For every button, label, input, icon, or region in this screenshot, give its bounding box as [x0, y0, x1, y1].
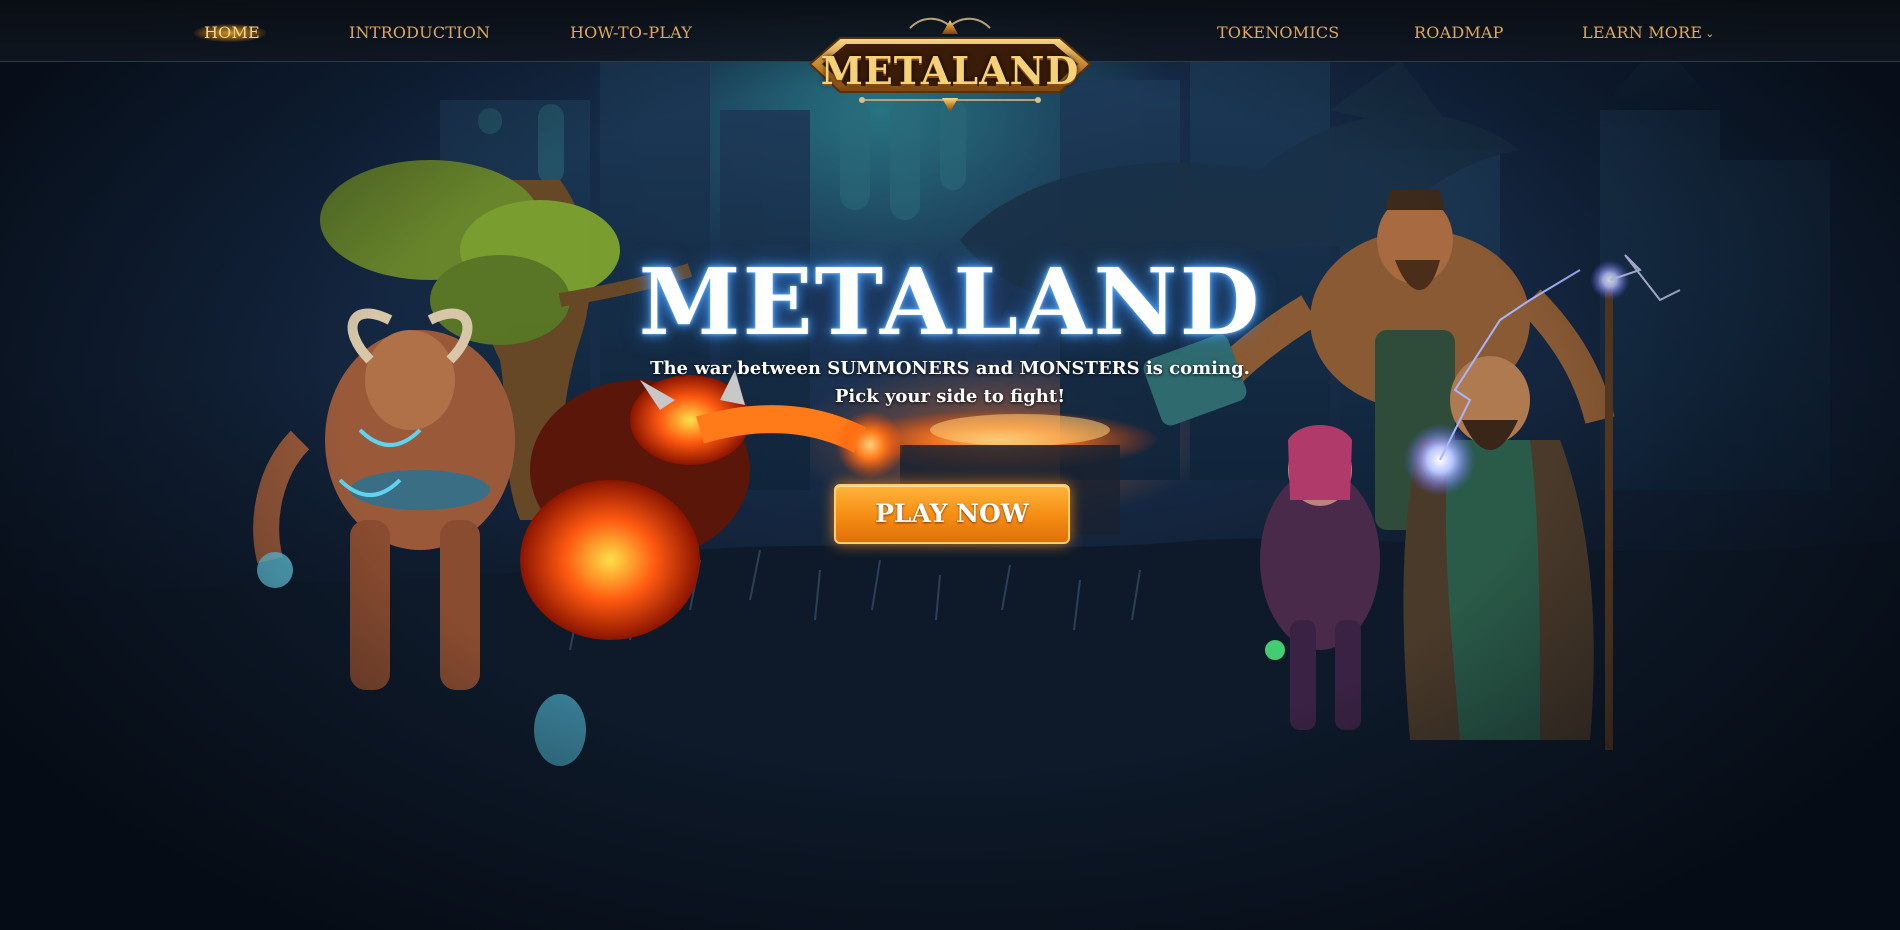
nav-how-to-play[interactable]: HOW-TO-PLAY: [570, 22, 692, 44]
hero-subtitle-line2: Pick your side to fight!: [834, 386, 1066, 407]
nav-home[interactable]: HOME: [204, 22, 260, 44]
nav-roadmap[interactable]: ROADMAP: [1414, 22, 1504, 44]
hero-title: METALAND: [638, 248, 1262, 356]
logo-wordmark: METALAND: [820, 48, 1080, 93]
site-logo[interactable]: METALAND: [792, 12, 1108, 122]
nav-introduction[interactable]: INTRODUCTION: [349, 22, 490, 44]
hero-background: [0, 0, 1900, 930]
nav-learn-more-label: LEARN MORE: [1582, 23, 1703, 42]
nav-tokenomics[interactable]: TOKENOMICS: [1217, 22, 1339, 44]
chevron-down-icon: ⌄: [1705, 27, 1715, 40]
play-now-button[interactable]: PLAY NOW: [834, 484, 1070, 544]
vignette-overlay: [0, 0, 1900, 930]
nav-learn-more[interactable]: LEARN MORE ⌄: [1582, 22, 1715, 44]
hero-subtitle-line1: The war between SUMMONERS and MONSTERS i…: [650, 358, 1250, 379]
